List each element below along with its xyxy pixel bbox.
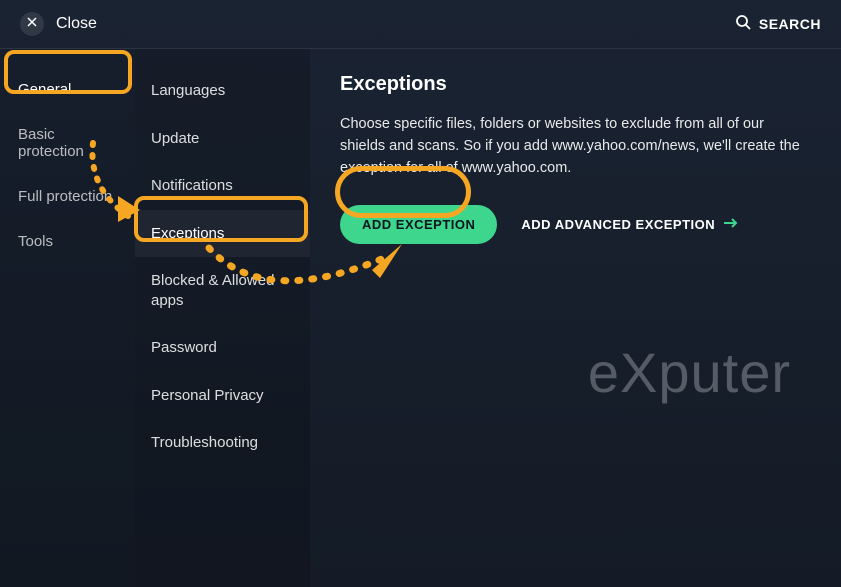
add-advanced-label: ADD ADVANCED EXCEPTION <box>521 217 715 232</box>
sidebar-secondary: Languages Update Notifications Exception… <box>135 49 310 587</box>
sidebar-primary: General Basic protection Full protection… <box>0 49 135 587</box>
header-left: Close <box>20 12 97 36</box>
sidebar-item-label: Notifications <box>151 177 233 194</box>
sidebar-item-notifications[interactable]: Notifications <box>135 162 310 210</box>
sidebar-item-label: Update <box>151 130 199 147</box>
sidebar-item-label: Personal Privacy <box>151 387 264 404</box>
page-description: Choose specific files, folders or websit… <box>340 114 810 179</box>
search-icon <box>735 14 751 35</box>
search-label: SEARCH <box>759 16 821 32</box>
annotation-arrow-icon <box>204 218 434 318</box>
search-button[interactable]: SEARCH <box>735 14 821 35</box>
sidebar-item-troubleshooting[interactable]: Troubleshooting <box>135 419 310 467</box>
sidebar-item-label: Basic protection <box>18 126 84 160</box>
sidebar-item-languages[interactable]: Languages <box>135 67 310 115</box>
sidebar-item-password[interactable]: Password <box>135 324 310 372</box>
sidebar-item-label: Languages <box>151 82 225 99</box>
arrow-right-icon <box>723 217 739 232</box>
header: Close SEARCH <box>0 0 841 49</box>
add-advanced-exception-button[interactable]: ADD ADVANCED EXCEPTION <box>521 217 739 232</box>
sidebar-item-label: Tools <box>18 233 53 250</box>
sidebar-item-label: Troubleshooting <box>151 434 258 451</box>
sidebar-item-personal-privacy[interactable]: Personal Privacy <box>135 372 310 420</box>
close-button[interactable] <box>20 12 44 36</box>
page-title: Exceptions <box>340 73 811 96</box>
close-icon <box>26 15 38 33</box>
annotation-arrow-icon <box>88 138 158 228</box>
sidebar-item-label: Password <box>151 339 217 356</box>
main-area: General Basic protection Full protection… <box>0 49 841 587</box>
sidebar-item-label: General <box>18 81 71 98</box>
close-label: Close <box>56 15 97 33</box>
sidebar-item-update[interactable]: Update <box>135 115 310 163</box>
content-area: Exceptions Choose specific files, folder… <box>310 49 841 587</box>
sidebar-item-general[interactable]: General <box>0 67 135 112</box>
watermark: eXputer <box>588 340 791 405</box>
